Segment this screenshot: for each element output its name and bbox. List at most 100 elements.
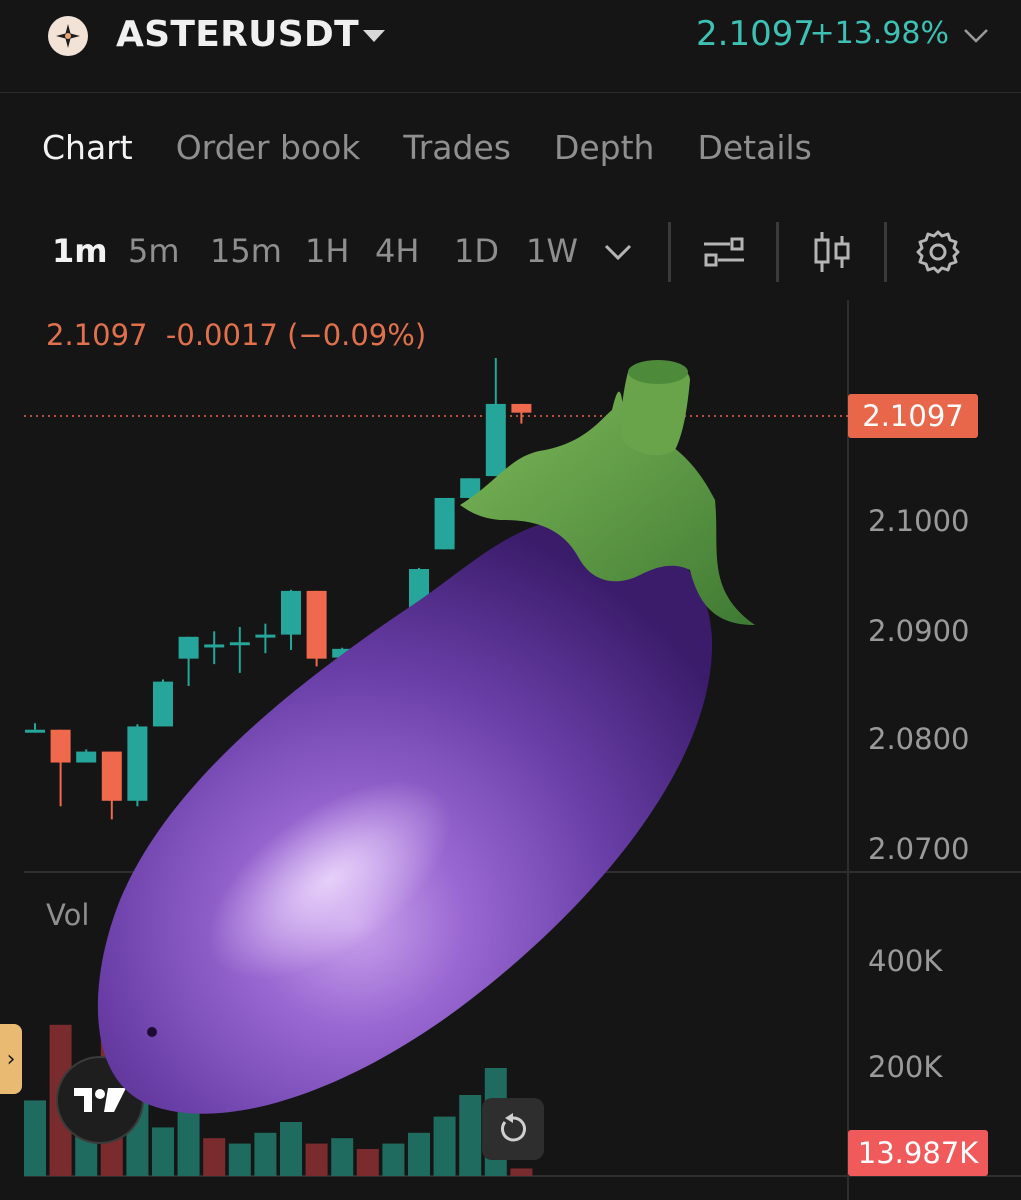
candle-body <box>357 651 378 655</box>
interval-4h[interactable]: 4H <box>375 232 419 270</box>
volume-bar <box>228 1143 251 1176</box>
candle <box>511 403 532 424</box>
volume-bar <box>177 1111 200 1176</box>
volume-bar <box>305 1143 328 1176</box>
candle-body <box>127 726 148 801</box>
y-axis-tick: 2.0800 <box>868 722 970 756</box>
volume-bar <box>408 1132 430 1176</box>
volume-bar <box>254 1132 277 1176</box>
interval-1w[interactable]: 1W <box>526 232 578 270</box>
toolbar-divider <box>884 222 887 282</box>
candle-body <box>229 642 250 646</box>
volume-bar <box>331 1138 354 1176</box>
interval-1m[interactable]: 1m <box>52 232 108 270</box>
candle <box>101 751 122 820</box>
caret-down-icon[interactable] <box>360 26 388 46</box>
indicators-icon[interactable] <box>700 228 748 276</box>
interval-5m[interactable]: 5m <box>128 232 180 270</box>
candle-body <box>383 631 404 656</box>
chart-toolbar: 1m 5m 15m 1H 4H 1D 1W <box>0 218 1021 284</box>
tab-depth[interactable]: Depth <box>554 128 655 167</box>
candle-body <box>76 751 97 763</box>
volume-bar <box>510 1168 533 1176</box>
candle-body <box>434 497 455 550</box>
last-price: 2.1097 <box>696 14 815 54</box>
candle <box>434 497 455 550</box>
candle <box>383 624 404 657</box>
candle-body <box>101 751 122 801</box>
interval-15m[interactable]: 15m <box>210 232 282 270</box>
reset-icon <box>501 1113 526 1142</box>
candle <box>306 590 327 667</box>
candle <box>281 589 301 650</box>
candle-body <box>306 590 327 659</box>
ohlc-legend: 2.1097 -0.0017 (−0.09%) <box>46 318 426 352</box>
interval-1d[interactable]: 1D <box>454 232 499 270</box>
y-axis-tick: 2.1000 <box>868 504 970 538</box>
candle <box>76 749 97 763</box>
candle-body <box>511 403 532 413</box>
candle-body <box>281 590 301 635</box>
tab-chart[interactable]: Chart <box>42 128 133 167</box>
candle-body <box>409 569 429 632</box>
candle <box>460 478 481 509</box>
volume-indicator-label: Vol <box>46 898 90 932</box>
volume-bar <box>433 1116 456 1176</box>
candle-body <box>485 403 506 477</box>
market-tabs: Chart Order book Trades Depth Details <box>42 128 855 167</box>
tab-trades[interactable]: Trades <box>403 128 511 167</box>
candle <box>357 637 378 669</box>
reset-chart-button[interactable] <box>482 1098 544 1160</box>
candle <box>50 729 71 807</box>
volume-bar <box>459 1095 482 1176</box>
y-axis-tick: 2.0700 <box>868 832 970 866</box>
volume-axis-tick: 200K <box>868 1050 943 1084</box>
candle <box>332 647 353 671</box>
tab-details[interactable]: Details <box>697 128 811 167</box>
candle <box>153 679 173 727</box>
candle <box>25 723 45 733</box>
ohlc-price: 2.1097 <box>46 318 148 352</box>
pair-header: ASTERUSDT 2.1097 +13.98% <box>0 0 1021 93</box>
price-change-percent: +13.98% <box>809 16 949 51</box>
interval-1h[interactable]: 1H <box>305 232 349 270</box>
ohlc-change: -0.0017 (−0.09%) <box>165 318 427 352</box>
aster-logo-icon <box>48 16 88 56</box>
candle-body <box>204 644 225 648</box>
candlestick-icon[interactable] <box>808 228 856 276</box>
candle-body <box>460 478 481 498</box>
candle <box>409 567 429 632</box>
candle-body <box>178 636 199 659</box>
volume-bar <box>24 1100 46 1176</box>
chevron-down-icon[interactable] <box>961 24 991 46</box>
toolbar-divider <box>668 222 671 282</box>
candle-body <box>332 648 353 658</box>
volume-bar <box>203 1138 226 1176</box>
volume-bar <box>382 1143 405 1176</box>
toolbar-divider <box>776 222 779 282</box>
volume-bar <box>280 1122 302 1176</box>
trading-screen: ASTERUSDT 2.1097 +13.98% Chart Order boo… <box>0 0 1021 1200</box>
candle <box>229 626 250 673</box>
more-intervals-chevron-icon[interactable] <box>596 234 640 270</box>
candle-body <box>255 634 276 638</box>
candle <box>178 636 199 686</box>
candle <box>255 623 276 654</box>
gear-icon[interactable] <box>914 228 962 276</box>
y-axis-tick: 2.0900 <box>868 614 970 648</box>
volume-axis-tick: 400K <box>868 944 943 978</box>
drawing-panel-toggle[interactable]: › <box>0 1024 22 1094</box>
chart-area[interactable]: 2.1097 -0.0017 (−0.09%) 2.1097 2.1000 2.… <box>0 300 1021 1200</box>
last-price-tag: 2.1097 <box>848 394 978 438</box>
candle <box>485 358 506 477</box>
candle <box>204 631 225 665</box>
volume-bar <box>356 1149 379 1176</box>
candle <box>127 724 148 807</box>
candle-body <box>50 729 71 763</box>
tab-order-book[interactable]: Order book <box>176 128 361 167</box>
volume-bar <box>152 1127 174 1176</box>
candle-body <box>153 681 173 727</box>
tradingview-logo[interactable] <box>56 1056 144 1144</box>
pair-symbol[interactable]: ASTERUSDT <box>116 14 359 55</box>
volume-value-tag: 13.987K <box>848 1130 988 1176</box>
